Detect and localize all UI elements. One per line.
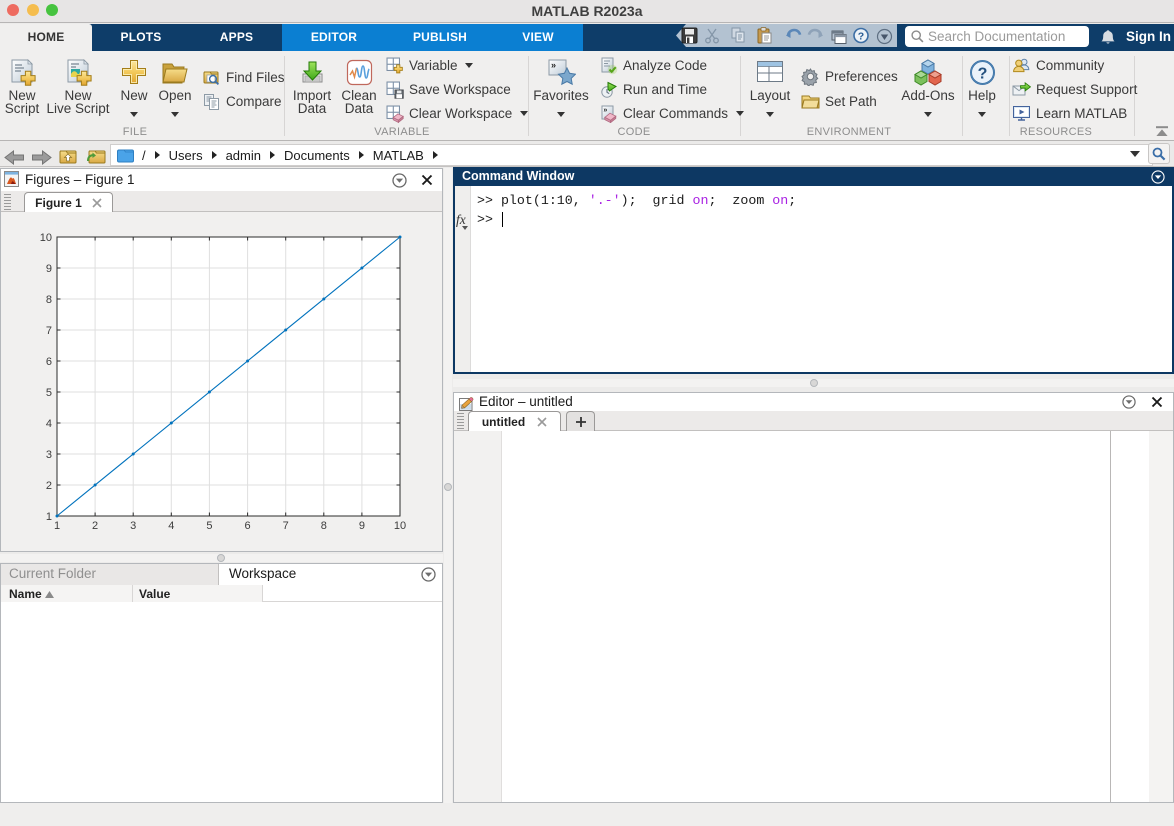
svg-text:?: ? xyxy=(858,31,864,43)
svg-text:5: 5 xyxy=(206,520,212,532)
svg-text:3: 3 xyxy=(46,449,52,461)
svg-text:8: 8 xyxy=(46,294,52,306)
svg-text:9: 9 xyxy=(46,263,52,275)
svg-text:10: 10 xyxy=(394,520,406,532)
svg-text:10: 10 xyxy=(40,232,52,244)
svg-text:9: 9 xyxy=(359,520,365,532)
svg-text:6: 6 xyxy=(46,356,52,368)
svg-text:8: 8 xyxy=(321,520,327,532)
svg-text:5: 5 xyxy=(46,387,52,399)
svg-text:4: 4 xyxy=(46,418,52,430)
svg-text:7: 7 xyxy=(46,325,52,337)
svg-text:»: » xyxy=(603,107,607,114)
svg-text:6: 6 xyxy=(245,520,251,532)
svg-text:1: 1 xyxy=(46,511,52,523)
svg-text:4: 4 xyxy=(168,520,174,532)
svg-text:7: 7 xyxy=(283,520,289,532)
svg-text:3: 3 xyxy=(130,520,136,532)
svg-text:?: ? xyxy=(977,65,987,82)
svg-text:2: 2 xyxy=(92,520,98,532)
svg-text:»: » xyxy=(551,60,556,70)
svg-text:2: 2 xyxy=(46,480,52,492)
svg-text:1: 1 xyxy=(54,520,60,532)
